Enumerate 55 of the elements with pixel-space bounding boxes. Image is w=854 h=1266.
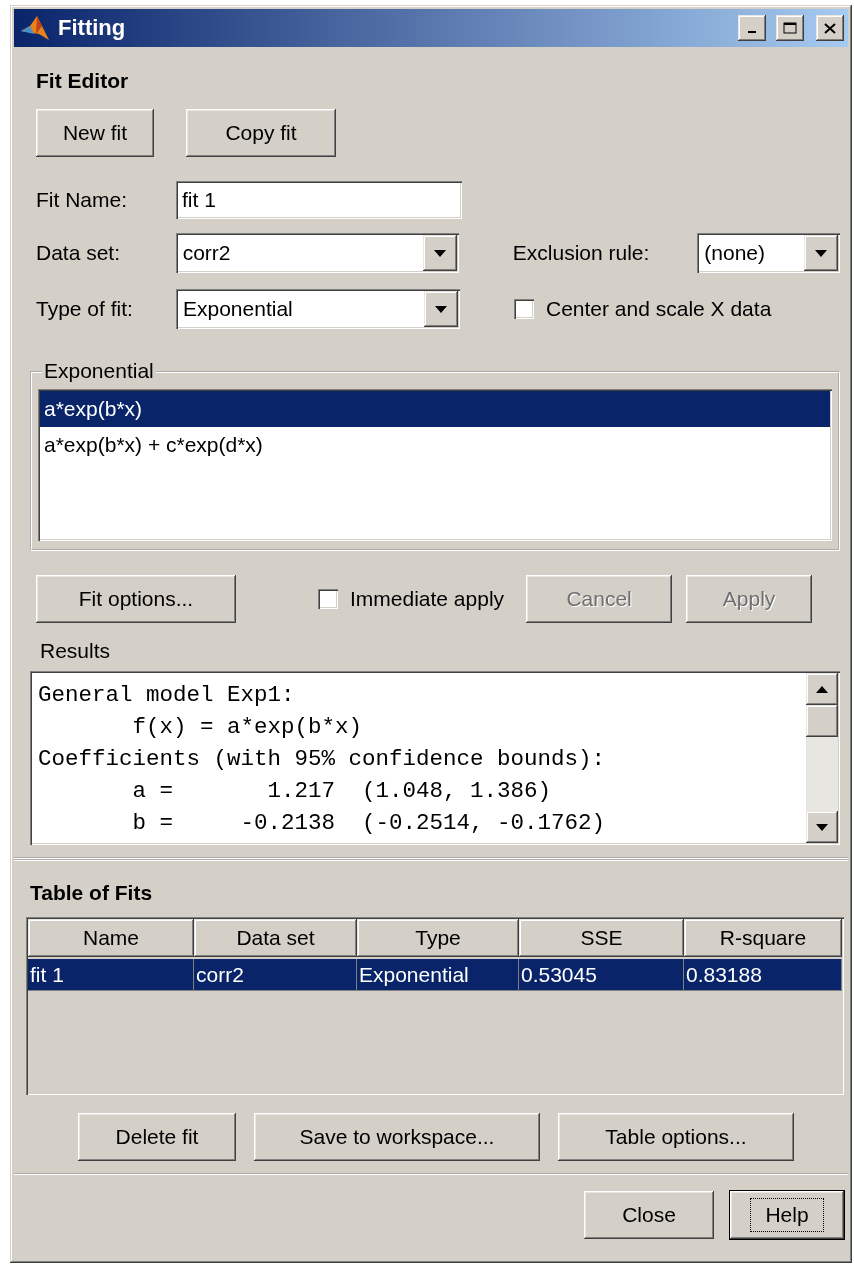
caret-icon xyxy=(424,291,458,327)
caret-icon xyxy=(804,235,838,271)
table-cell: corr2 xyxy=(194,959,357,991)
scroll-up-icon[interactable] xyxy=(806,673,838,705)
equation-item[interactable]: a*exp(b*x) + c*exp(d*x) xyxy=(40,427,830,463)
scroll-down-icon[interactable] xyxy=(806,811,838,843)
field-label: Exclusion rule: xyxy=(512,241,651,265)
type-of-fit-dropdown[interactable]: Exponential xyxy=(176,289,460,329)
minimize-icon xyxy=(748,31,756,33)
results-label: Results xyxy=(40,639,112,663)
caret-icon xyxy=(422,235,457,271)
field-label: Type of fit: xyxy=(36,297,134,321)
scroll-thumb[interactable] xyxy=(806,705,838,737)
maximize-icon xyxy=(783,22,797,34)
close-button[interactable]: Close xyxy=(584,1191,714,1239)
results-line: b = -0.2138 (-0.2514, -0.1762) xyxy=(131,809,607,838)
table-options-button[interactable]: Table options... xyxy=(558,1113,794,1161)
maximize-button[interactable] xyxy=(776,15,804,41)
table-cell: 0.53045 xyxy=(519,959,684,991)
column-header[interactable]: Name xyxy=(28,919,194,957)
window-title: Fitting xyxy=(58,15,127,41)
column-header[interactable]: R-square xyxy=(684,919,842,957)
app-icon xyxy=(20,15,50,41)
table-row[interactable]: fit 1 corr2 Exponential 0.53045 0.83188 xyxy=(28,959,842,991)
results-line: a = 1.217 (1.048, 1.386) xyxy=(131,777,553,806)
close-icon xyxy=(824,22,836,34)
copy-fit-button[interactable]: Copy fit xyxy=(186,109,336,157)
results-line: Coefficients (with 95% confidence bounds): xyxy=(38,745,607,774)
checkbox[interactable] xyxy=(318,589,338,609)
checkbox-label: Immediate apply xyxy=(350,587,505,611)
fit-name-field[interactable]: fit 1 xyxy=(176,181,462,219)
data-set-dropdown[interactable]: corr2 xyxy=(175,233,459,273)
column-header[interactable]: SSE xyxy=(519,919,684,957)
delete-fit-button[interactable]: Delete fit xyxy=(78,1113,236,1161)
checkbox-label: Center and scale X data xyxy=(546,297,772,321)
minimize-button[interactable] xyxy=(738,15,766,41)
results-line: f(x) = a*exp(b*x) xyxy=(131,713,364,742)
section-title: Fit Editor xyxy=(36,69,130,93)
help-button[interactable]: Help xyxy=(730,1191,844,1239)
table-cell: Exponential xyxy=(357,959,519,991)
section-title: Table of Fits xyxy=(30,881,154,905)
column-header[interactable]: Type xyxy=(357,919,519,957)
exclusion-rule-dropdown[interactable]: (none) xyxy=(697,233,840,273)
equation-item[interactable]: a*exp(b*x) xyxy=(40,391,830,427)
field-label: Fit Name: xyxy=(36,188,128,212)
save-to-workspace-button[interactable]: Save to workspace... xyxy=(254,1113,540,1161)
column-header[interactable]: Data set xyxy=(194,919,357,957)
field-label: Data set: xyxy=(36,241,122,265)
new-fit-button[interactable]: New fit xyxy=(36,109,154,157)
results-line: General model Exp1: xyxy=(38,681,296,710)
table-cell: 0.83188 xyxy=(684,959,842,991)
checkbox[interactable] xyxy=(514,299,534,319)
fit-options-button[interactable]: Fit options... xyxy=(36,575,236,623)
close-button[interactable] xyxy=(816,15,844,41)
table-cell: fit 1 xyxy=(28,959,194,991)
